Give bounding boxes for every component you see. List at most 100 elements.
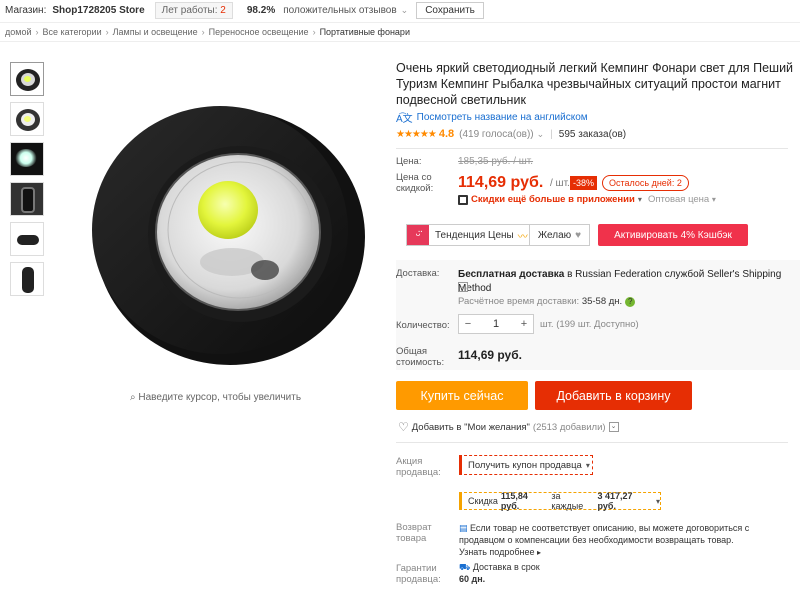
zoom-hint: ⌕ Наведите курсор, чтобы увеличить — [130, 392, 301, 403]
breadcrumb-separator: › — [201, 27, 205, 37]
wishlist-dropdown-icon[interactable]: ⌄ — [608, 422, 619, 432]
increment-button[interactable]: + — [515, 318, 533, 330]
years-badge: Лет работы: 2 — [154, 1, 233, 19]
save-store-button[interactable]: Сохранить — [416, 1, 484, 19]
caret-right-icon: ▸ — [537, 548, 542, 557]
guarantee-label: Гарантии продавца: — [396, 563, 441, 585]
add-to-wishlist[interactable]: ♡ Добавить в "Мои желания" (2513 добавил… — [398, 420, 619, 434]
main-product-image[interactable] — [60, 62, 380, 382]
help-icon[interactable]: ? — [625, 297, 636, 307]
breadcrumb-separator: › — [35, 27, 39, 37]
returns-info: ▤ Если товар не соответствует описанию, … — [459, 522, 759, 559]
years-label: Лет работы: — [161, 4, 218, 16]
total-label: Общая стоимость: — [396, 346, 445, 368]
discount-threshold: 3 417,27 руб. — [597, 491, 633, 511]
product-title: Очень яркий светодиодный легкий Кемпинг … — [396, 61, 794, 107]
promo-label: Акция продавца: — [396, 456, 441, 478]
caret-down-icon: ▾ — [585, 460, 590, 470]
breadcrumb-all-categories[interactable]: Все категории — [42, 27, 101, 37]
wish-button[interactable]: Желаю ♥ — [530, 224, 590, 246]
shipping-block: Доставка: Бесплатная доставка в Russian … — [396, 260, 800, 370]
buy-now-button[interactable]: Купить сейчас — [396, 381, 528, 410]
discount-price: 114,69 руб. — [458, 174, 544, 191]
estimate-value: 35-58 дн. — [581, 296, 623, 307]
divider — [396, 148, 788, 149]
delivery-estimate: Расчётное время доставки: 35-58 дн.? — [458, 296, 636, 307]
heart-icon: ♥ — [575, 229, 582, 241]
star-rating-icon: ★★★★★ — [396, 128, 437, 140]
trend-logo-icon: ᵕ̈ — [407, 225, 429, 245]
wholesale-text[interactable]: Оптовая цена — [648, 194, 709, 205]
positive-feedback-label[interactable]: положительных отзывов — [283, 5, 396, 16]
returns-text: Если товар не соответствует описанию, вы… — [459, 523, 750, 545]
translate-icon: A͡文 — [396, 114, 413, 125]
returns-label: Возврат товара — [396, 522, 432, 544]
get-coupon-button[interactable]: Получить купон продавца ▾ — [459, 455, 593, 475]
learn-more-text[interactable]: Узнать подробнее — [459, 547, 535, 557]
discount-badge: -38% — [570, 176, 598, 190]
quantity-input[interactable]: 1 — [477, 318, 515, 330]
learn-more-link[interactable]: Узнать подробнее ▸ — [459, 547, 541, 557]
breadcrumb-current: Портативные фонари — [319, 27, 410, 37]
quantity-stepper: − 1 + — [458, 314, 534, 334]
thumbnail-1[interactable] — [10, 62, 44, 96]
free-shipping-text: Бесплатная доставка — [458, 269, 565, 280]
price-trend-button[interactable]: ᵕ̈ Тенденция Цены 〰 — [406, 224, 530, 246]
app-discount-text[interactable]: Скидки ещё больше в приложении — [471, 194, 635, 205]
tools-row: ᵕ̈ Тенденция Цены 〰 Желаю ♥ — [406, 224, 590, 246]
chevron-down-icon[interactable]: ⌄ — [537, 129, 545, 140]
shipping-dropdown-icon[interactable]: ⌄ — [458, 282, 468, 292]
guarantee-line2: 60 дн. — [459, 574, 486, 584]
breadcrumb-home[interactable]: домой — [5, 27, 31, 37]
divider — [396, 442, 788, 443]
store-name-link[interactable]: Shop1728205 Store — [52, 5, 144, 16]
qr-code-icon — [458, 194, 468, 205]
breadcrumb-lamps[interactable]: Лампы и освещение — [113, 27, 198, 37]
breadcrumb: домой › Все категории › Лампы и освещение ›… — [0, 22, 800, 42]
heart-outline-icon: ♡ — [398, 420, 409, 434]
returns-icon: ▤ — [459, 523, 471, 533]
original-price: 185,35 руб. / шт. — [458, 156, 534, 167]
wish-label: Желаю — [537, 229, 572, 241]
positive-feedback-pct: 98.2% — [246, 4, 276, 16]
zoom-hint-text: Наведите курсор, чтобы увеличить — [138, 392, 302, 403]
price-label: Цена: — [396, 156, 422, 167]
caret-down-icon: ▾ — [655, 496, 660, 506]
store-label: Магазин: — [5, 4, 47, 16]
years-value: 2 — [220, 4, 226, 16]
thumbnail-5[interactable] — [10, 222, 44, 256]
wholesale-price-link[interactable]: Оптовая цена ▾ — [648, 194, 716, 205]
cashback-button[interactable]: Активировать 4% Кэшбэк — [598, 224, 748, 246]
bulk-discount-button[interactable]: Скидка 115,84 руб. за каждые 3 417,27 ру… — [459, 491, 661, 511]
total-price: 114,69 руб. — [458, 348, 522, 362]
store-bar: Магазин: Shop1728205 Store Лет работы: 2… — [0, 0, 800, 20]
breadcrumb-portable-lighting[interactable]: Переносное освещение — [209, 27, 309, 37]
rating-row: ★★★★★ 4.8 (419 голоса(ов)) ⌄ | 595 заказ… — [396, 128, 800, 140]
caret-down-icon: ▾ — [637, 195, 642, 204]
discount-prefix: Скидка — [468, 496, 498, 506]
wishlist-label[interactable]: Добавить в "Мои желания" — [412, 422, 530, 433]
wishlist-count: (2513 добавили) — [532, 421, 606, 433]
estimate-label: Расчётное время доставки: — [458, 296, 580, 307]
decrement-button[interactable]: − — [459, 318, 477, 330]
app-discount-link[interactable]: Скидки ещё больше в приложении ▾ — [458, 194, 642, 205]
thumbnail-4[interactable] — [10, 182, 44, 216]
thumbnail-6[interactable] — [10, 262, 44, 296]
votes-count[interactable]: (419 голоса(ов)) — [459, 129, 534, 140]
thumbnail-3[interactable] — [10, 142, 44, 176]
guarantee-info: ⛟ Доставка в срок 60 дн. — [459, 561, 540, 585]
price-trend-label: Тенденция Цены — [435, 229, 514, 241]
trend-chart-icon: 〰 — [517, 231, 528, 243]
chevron-down-icon[interactable]: ⌄ — [401, 5, 409, 16]
quantity-label: Количество: — [396, 320, 450, 331]
translate-label[interactable]: Посмотреть название на английском — [417, 112, 588, 123]
thumbnail-2[interactable] — [10, 102, 44, 136]
rating-value: 4.8 — [438, 128, 455, 140]
add-to-cart-button[interactable]: Добавить в корзину — [535, 381, 692, 410]
days-left-badge: Осталось дней: 2 — [602, 175, 689, 191]
translate-title-link[interactable]: A͡文 Посмотреть название на английском — [396, 110, 800, 125]
divider: | — [550, 128, 553, 140]
shipping-label: Доставка: — [396, 268, 440, 279]
shipping-method[interactable]: Бесплатная доставка в Russian Federation… — [458, 268, 800, 296]
discount-amount: 115,84 руб. — [500, 491, 528, 511]
